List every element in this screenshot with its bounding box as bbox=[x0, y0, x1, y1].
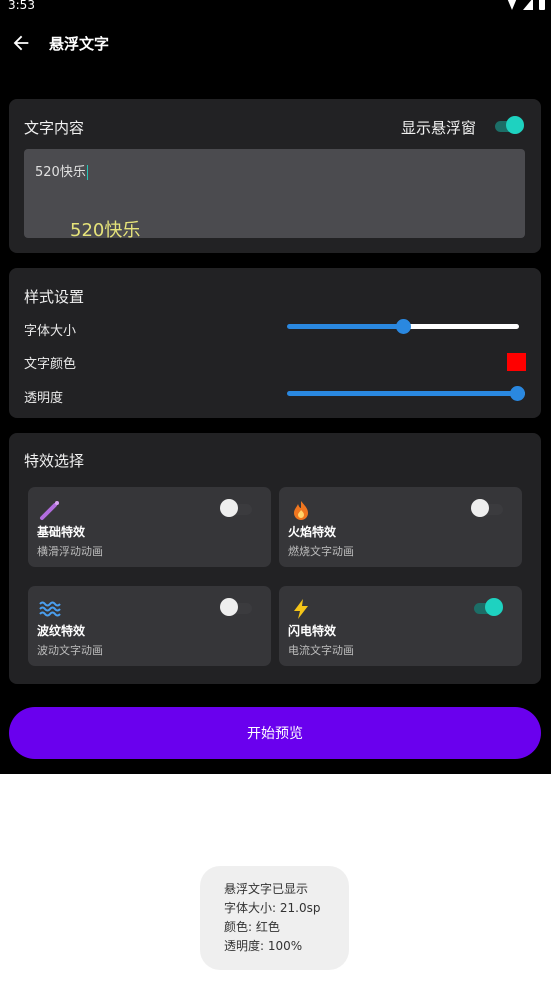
signal-icon bbox=[523, 0, 533, 10]
text-input-value-row: 520快乐 bbox=[35, 161, 88, 180]
style-settings-card: 样式设置 字体大小 文字颜色 透明度 bbox=[9, 268, 541, 418]
slider-thumb[interactable] bbox=[396, 319, 411, 334]
switch-thumb bbox=[220, 499, 238, 517]
effect-basic[interactable]: 基础特效 横滑浮动动画 bbox=[28, 487, 271, 567]
slider-fill bbox=[287, 391, 518, 396]
toast-lines: 悬浮文字已显示 字体大小: 21.0sp 颜色: 红色 透明度: 100% bbox=[224, 880, 320, 956]
effect-wave[interactable]: 波纹特效 波动文字动画 bbox=[28, 586, 271, 666]
arrow-left-icon[interactable] bbox=[10, 32, 32, 54]
lightning-icon bbox=[289, 597, 313, 621]
effect-name: 波纹特效 bbox=[37, 624, 86, 638]
text-caret bbox=[86, 165, 88, 180]
slider-track bbox=[403, 324, 519, 329]
switch-thumb bbox=[506, 116, 524, 134]
effects-heading: 特效选择 bbox=[24, 452, 85, 470]
effect-lightning-toggle[interactable] bbox=[471, 598, 503, 616]
wand-icon bbox=[38, 498, 62, 522]
text-color-swatch[interactable] bbox=[507, 353, 526, 371]
effect-fire[interactable]: 火焰特效 燃烧文字动画 bbox=[279, 487, 522, 567]
effect-lightning[interactable]: 闪电特效 电流文字动画 bbox=[279, 586, 522, 666]
font-size-label: 字体大小 bbox=[24, 324, 77, 339]
floating-text-preview: 520快乐 bbox=[70, 220, 141, 241]
effect-desc: 电流文字动画 bbox=[288, 644, 354, 657]
wifi-icon bbox=[507, 0, 517, 10]
effect-desc: 横滑浮动动画 bbox=[37, 545, 103, 558]
slider-fill bbox=[287, 324, 404, 329]
toast-line: 颜色: 红色 bbox=[224, 920, 280, 934]
text-content-card: 文字内容 显示悬浮窗 520快乐 520快乐 bbox=[9, 99, 541, 253]
effects-card: 特效选择 基础特效 横滑浮动动画 火焰特效 燃烧文字动画 波纹特效 波动文字动画… bbox=[9, 433, 541, 684]
status-time: 3:53 bbox=[8, 0, 35, 12]
battery-icon bbox=[539, 0, 545, 10]
show-float-window-label: 显示悬浮窗 bbox=[401, 119, 477, 137]
status-icons bbox=[507, 0, 545, 10]
text-content-heading: 文字内容 bbox=[24, 119, 85, 137]
switch-thumb bbox=[485, 598, 503, 616]
top-app-bar: 悬浮文字 bbox=[0, 24, 551, 64]
slider-thumb[interactable] bbox=[510, 386, 525, 401]
toast-line: 悬浮文字已显示 bbox=[224, 882, 309, 896]
status-bar: 3:53 bbox=[0, 0, 551, 14]
toast-line: 字体大小: 21.0sp bbox=[224, 901, 321, 915]
app-screen: 3:53 悬浮文字 文字内容 显示悬浮窗 520快乐 520快乐 样式设置 字体… bbox=[0, 0, 551, 774]
toast-line: 透明度: 100% bbox=[224, 939, 303, 953]
opacity-label: 透明度 bbox=[24, 391, 64, 406]
style-settings-heading: 样式设置 bbox=[24, 288, 85, 306]
start-preview-button[interactable]: 开始预览 bbox=[9, 707, 541, 759]
effect-name: 闪电特效 bbox=[288, 624, 337, 638]
effect-name: 火焰特效 bbox=[288, 525, 337, 539]
effect-basic-toggle[interactable] bbox=[220, 499, 252, 517]
effect-desc: 波动文字动画 bbox=[37, 644, 103, 657]
opacity-slider[interactable] bbox=[287, 386, 525, 402]
font-size-slider[interactable] bbox=[287, 319, 519, 335]
fire-icon bbox=[289, 498, 313, 522]
toast-message: 悬浮文字已显示 字体大小: 21.0sp 颜色: 红色 透明度: 100% bbox=[200, 866, 349, 970]
text-color-label: 文字颜色 bbox=[24, 357, 77, 372]
show-float-window-toggle[interactable] bbox=[492, 116, 524, 134]
effect-desc: 燃烧文字动画 bbox=[288, 545, 354, 558]
text-input-value: 520快乐 bbox=[35, 165, 86, 180]
page-title: 悬浮文字 bbox=[49, 35, 110, 53]
switch-thumb bbox=[471, 499, 489, 517]
effect-wave-toggle[interactable] bbox=[220, 598, 252, 616]
effect-name: 基础特效 bbox=[37, 525, 86, 539]
text-input[interactable]: 520快乐 520快乐 bbox=[24, 149, 525, 241]
switch-thumb bbox=[220, 598, 238, 616]
wave-icon bbox=[38, 597, 62, 621]
effect-fire-toggle[interactable] bbox=[471, 499, 503, 517]
